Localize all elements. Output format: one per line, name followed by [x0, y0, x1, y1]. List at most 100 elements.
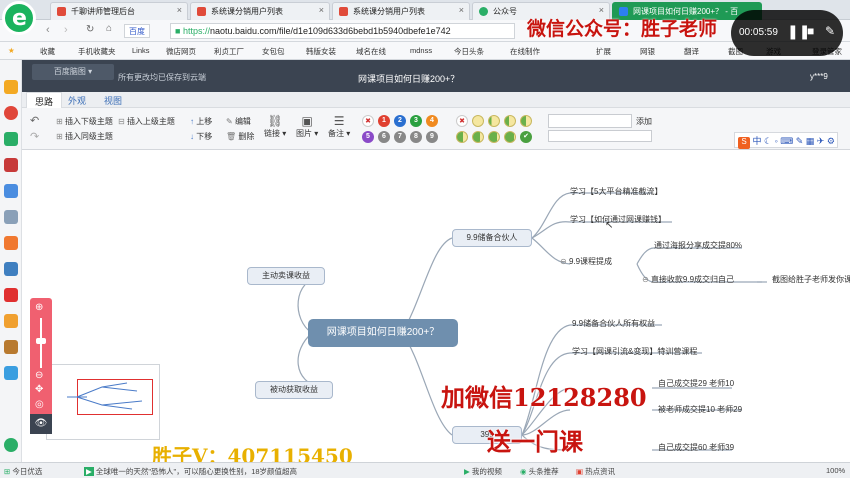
progress-3-icon[interactable] — [520, 115, 532, 127]
link-button[interactable]: ⛓ 链接 ▾ — [264, 114, 286, 139]
priority-8-icon[interactable]: 8 — [410, 131, 422, 143]
collapse-icon[interactable]: ⊖ — [642, 275, 651, 284]
toolbar-item[interactable]: 网银 — [640, 46, 655, 57]
headline-recommend[interactable]: ◉ 头条推荐 — [520, 466, 559, 477]
node-learn-make-money[interactable]: 学习【如何通过网课赚钱】 — [570, 214, 666, 225]
undo-icon[interactable]: ↶ — [30, 114, 39, 127]
browser-logo-icon[interactable]: e — [2, 1, 36, 35]
game3-icon[interactable] — [4, 314, 18, 328]
priority-2-icon[interactable]: 2 — [394, 115, 406, 127]
zoom-slider-thumb[interactable] — [36, 338, 46, 344]
bookmark-item[interactable]: 域名在线 — [356, 46, 386, 57]
close-tab-icon[interactable]: × — [319, 5, 324, 15]
move-up-button[interactable]: ↑ 上移 — [190, 116, 212, 127]
resource-list[interactable] — [548, 130, 652, 142]
close-tab-icon[interactable]: × — [177, 5, 182, 15]
user-name[interactable]: y***9 — [810, 72, 828, 81]
tab-thinking[interactable]: 思路 — [26, 92, 63, 108]
remove-priority-icon[interactable]: ✖ — [362, 115, 374, 127]
hot-news[interactable]: ▣ 热点资讯 — [576, 466, 615, 477]
zoom-level[interactable]: 100% — [826, 466, 845, 475]
remove-progress-icon[interactable]: ✖ — [456, 115, 468, 127]
ime-toolbar[interactable]: S 中 ☾ ◦ ⌨ ✎ ▦ ✈ ⚙ — [734, 132, 838, 149]
bookmark-item[interactable]: 收藏 — [40, 46, 55, 57]
bookmark-item[interactable]: 韩版女装 — [306, 46, 336, 57]
tab-3[interactable]: 系统课分销用户列表 × — [332, 2, 470, 20]
bookmark-item[interactable]: 手机收藏夹 — [78, 46, 116, 57]
forward-icon[interactable]: › — [64, 24, 68, 36]
bookmark-item[interactable]: 微店网页 — [166, 46, 196, 57]
news-ticker[interactable]: ▶ 全球唯一的天然"恐怖人"，可以随心更换性别，18岁颜值超高 — [84, 466, 297, 477]
progress-7-icon[interactable] — [504, 131, 516, 143]
game-icon[interactable] — [4, 236, 18, 250]
priority-1-icon[interactable]: 1 — [378, 115, 390, 127]
minimap[interactable] — [46, 364, 160, 440]
bookmark-item[interactable]: 利贞工厂 — [214, 46, 244, 57]
priority-7-icon[interactable]: 7 — [394, 131, 406, 143]
tab-appearance[interactable]: 外观 — [68, 94, 86, 107]
my-video[interactable]: ▶ 我的视频 — [464, 466, 502, 477]
insert-sibling-button[interactable]: ⊞ 插入同级主题 — [56, 131, 113, 142]
progress-1-icon[interactable] — [488, 115, 500, 127]
note-button[interactable]: ☰ 备注 ▾ — [328, 114, 350, 139]
node-passive-income[interactable]: 被动获取收益 — [255, 381, 333, 399]
image-button[interactable]: ▣ 图片 ▾ — [296, 114, 318, 139]
progress-5-icon[interactable] — [472, 131, 484, 143]
node-root[interactable]: 网课项目如何日赚200+？ — [308, 319, 458, 347]
pen-icon[interactable]: ✎ — [825, 24, 835, 38]
favorites-icon[interactable] — [4, 80, 18, 94]
node-course-commission[interactable]: ⊖ 9.9课程提成 — [560, 256, 612, 267]
zoom-in-icon[interactable]: ⊕ — [35, 302, 43, 313]
bookmark-item[interactable]: 今日头条 — [454, 46, 484, 57]
refresh-icon[interactable]: ↻ — [86, 24, 94, 35]
node-active-income[interactable]: 主动卖课收益 — [247, 267, 325, 285]
back-icon[interactable]: ‹ — [46, 24, 50, 36]
bookmark-star-icon[interactable]: ★ — [8, 46, 15, 55]
node-all-rights[interactable]: 9.9储备合伙人所有权益 — [572, 318, 655, 329]
progress-6-icon[interactable] — [488, 131, 500, 143]
game4-icon[interactable] — [4, 340, 18, 354]
mini-game-icon[interactable] — [4, 288, 18, 302]
p-icon[interactable] — [4, 366, 18, 380]
mindmap-canvas[interactable]: 主动卖课收益 被动获取收益 9.9储备合伙人 学习【5大平台精准截流】 学习【如… — [22, 150, 850, 462]
app-logo[interactable]: 百度脑图 ▾ — [32, 64, 114, 80]
node-direct-payment[interactable]: ⊖ 直接收款9.9成交归自己 — [642, 274, 734, 285]
add-resource-button[interactable]: 添加 — [636, 116, 652, 127]
locate-icon[interactable]: ◎ — [35, 399, 44, 410]
node-branch-99[interactable]: 9.9储备合伙人 — [452, 229, 532, 247]
node-learn-5-platforms[interactable]: 学习【5大平台精准截流】 — [570, 186, 662, 197]
tab-view[interactable]: 视图 — [104, 94, 122, 107]
weibo-icon[interactable] — [4, 106, 18, 120]
bookmark-item[interactable]: Links — [132, 46, 150, 55]
edit-button[interactable]: ✎ 编辑 — [226, 116, 251, 127]
delete-button[interactable]: 🗑 删除 — [226, 131, 254, 142]
stop-icon[interactable]: ■ — [807, 24, 814, 38]
tab-1[interactable]: 千聊讲师管理后台 × — [50, 2, 188, 20]
redo-icon[interactable]: ↷ — [30, 130, 39, 143]
priority-6-icon[interactable]: 6 — [378, 131, 390, 143]
progress-done-icon[interactable]: ✔ — [520, 131, 532, 143]
tab-2[interactable]: 系统课分销用户列表 × — [190, 2, 330, 20]
bookmark-item[interactable]: mdnss — [410, 46, 432, 55]
node-screenshot-note[interactable]: 截图给胜子老师发你课程 — [772, 274, 850, 285]
node-teacher-deal-10[interactable]: 被老师成交提10 老师29 — [658, 404, 742, 415]
move-down-button[interactable]: ↓ 下移 — [190, 131, 212, 142]
node-training-camp[interactable]: 学习【网课引流&变现】特训营课程 — [572, 346, 697, 357]
doc-icon[interactable] — [4, 184, 18, 198]
bookmark-item[interactable]: 在线制作 — [510, 46, 540, 57]
priority-4-icon[interactable]: 4 — [426, 115, 438, 127]
node-own-deal-29[interactable]: 自己成交提29 老师10 — [658, 378, 734, 389]
toolbar-item[interactable]: 翻译 — [684, 46, 699, 57]
home-icon[interactable]: ⌂ — [106, 23, 112, 34]
mail-icon[interactable] — [4, 132, 18, 146]
node-own-deal-60[interactable]: 自己成交提60 老师39 — [658, 442, 734, 453]
node-poster-share[interactable]: 通过海报分享成交提80% — [654, 240, 742, 251]
priority-9-icon[interactable]: 9 — [426, 131, 438, 143]
move-icon[interactable]: ✥ — [35, 384, 43, 395]
toolbar-item[interactable]: 扩展 — [596, 46, 611, 57]
progress-4-icon[interactable] — [456, 131, 468, 143]
eye-icon[interactable]: 👁 — [30, 414, 52, 434]
baidu-button[interactable]: 百度 — [124, 24, 150, 38]
bookmark-item[interactable]: 女包包 — [262, 46, 285, 57]
app-icon[interactable] — [4, 210, 18, 224]
